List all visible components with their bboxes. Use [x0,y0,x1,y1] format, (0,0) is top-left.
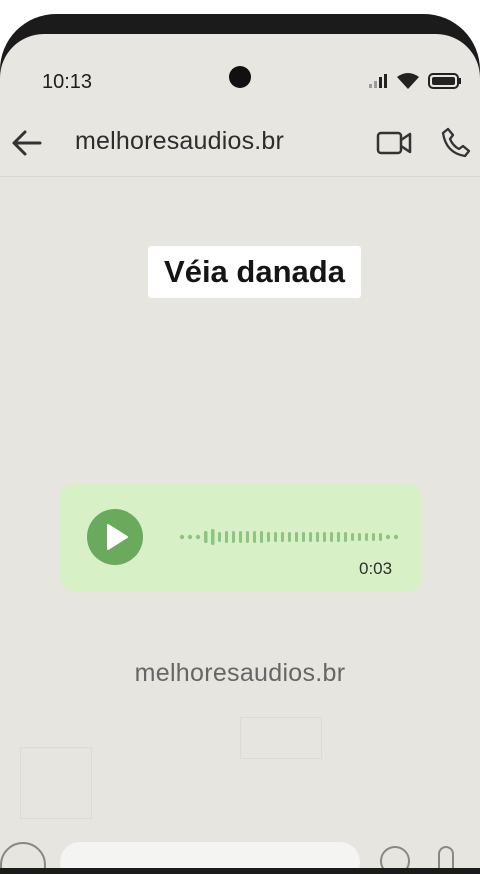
audio-progress-waveform[interactable] [178,522,400,552]
wifi-icon [397,73,419,89]
audio-title: Véia danada [164,254,345,289]
video-call-button[interactable] [376,128,412,158]
background-pattern [240,717,322,759]
phone-frame: 10:13 melhoresaudios.br Véia danada 0:03… [0,14,480,874]
play-button[interactable] [87,509,143,565]
front-camera [229,66,251,88]
message-input-bar [0,832,480,868]
watermark-text: melhoresaudios.br [134,659,346,687]
signal-icon [369,74,387,88]
status-icons [368,72,462,90]
battery-icon [428,73,461,89]
camera-icon[interactable] [380,846,410,868]
contact-name[interactable]: melhoresaudios.br [75,127,284,156]
mic-icon[interactable] [438,846,454,868]
emoji-icon[interactable] [0,842,46,868]
play-icon [107,524,128,550]
chat-header: melhoresaudios.br [0,110,480,177]
status-time: 10:13 [42,71,93,93]
status-bar: 10:13 [0,34,480,110]
background-pattern [20,747,92,819]
voice-call-button[interactable] [440,126,472,158]
phone-screen: 10:13 melhoresaudios.br Véia danada 0:03… [0,34,480,868]
back-button[interactable] [10,126,44,160]
audio-duration: 0:03 [359,559,393,578]
message-input[interactable] [60,842,360,868]
phone-icon [441,127,471,158]
audio-message-bubble[interactable]: 0:03 [60,484,422,592]
video-call-icon [376,131,412,155]
waveform-logo-icon [178,373,308,433]
audio-title-card: Véia danada [148,246,361,298]
arrow-left-icon [12,130,42,156]
